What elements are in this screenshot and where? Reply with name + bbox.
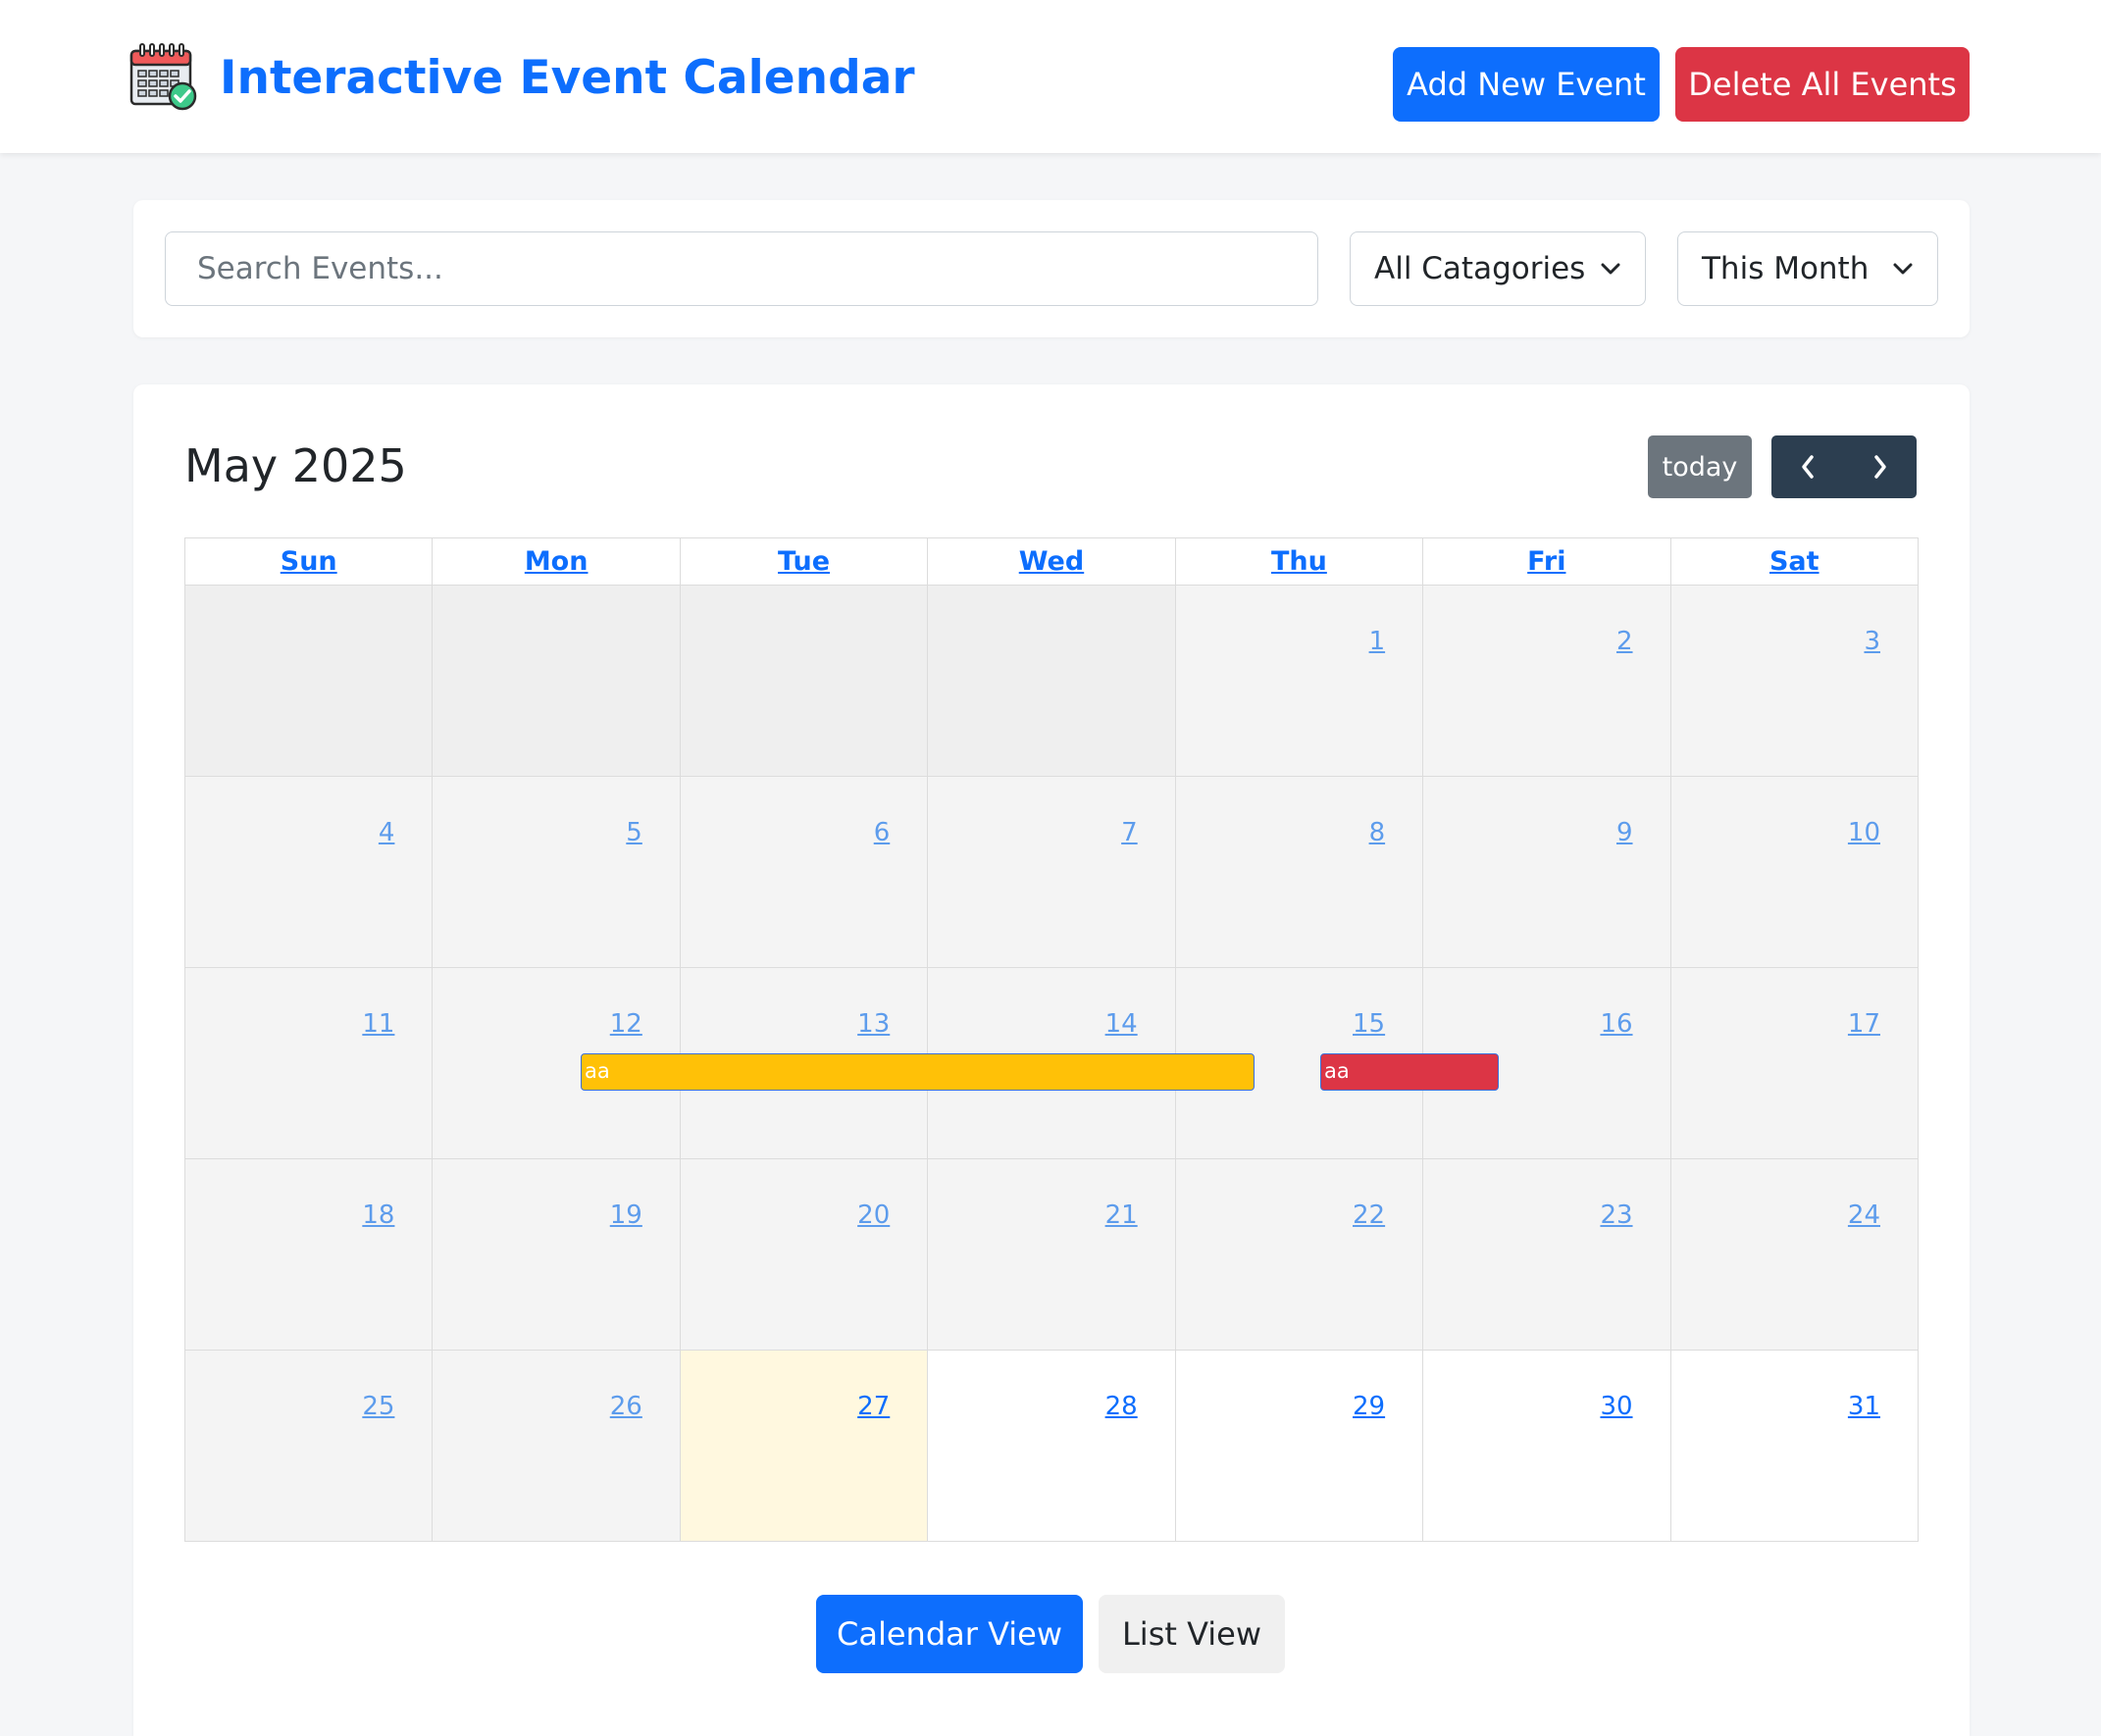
- week-row: 18 19 20 21 22 23 24: [183, 1158, 1920, 1351]
- day-number[interactable]: 22: [1353, 1200, 1385, 1230]
- weekday-header-fri[interactable]: Fri: [1422, 537, 1671, 586]
- day-cell[interactable]: 30: [1422, 1350, 1671, 1542]
- day-cell[interactable]: 6: [679, 776, 929, 968]
- day-number[interactable]: 19: [610, 1200, 642, 1230]
- weekday-header-row: Sun Mon Tue Wed Thu Fri Sat: [183, 537, 1920, 586]
- day-number[interactable]: 12: [610, 1009, 642, 1039]
- day-number[interactable]: 26: [610, 1392, 642, 1421]
- day-cell[interactable]: 26: [432, 1350, 681, 1542]
- day-cell[interactable]: 7: [927, 776, 1176, 968]
- day-cell-empty: [432, 585, 681, 777]
- date-range-select-value: This Month: [1702, 251, 1870, 286]
- weekday-header-wed[interactable]: Wed: [927, 537, 1176, 586]
- top-bar: Interactive Event Calendar Add New Event…: [0, 0, 2101, 153]
- chevron-down-icon: [1601, 263, 1620, 275]
- day-number[interactable]: 6: [874, 818, 891, 847]
- chevron-down-icon: [1893, 263, 1913, 275]
- day-number[interactable]: 31: [1848, 1392, 1880, 1421]
- day-number[interactable]: 8: [1369, 818, 1386, 847]
- category-select[interactable]: All Catagories: [1350, 231, 1646, 306]
- day-number[interactable]: 28: [1105, 1392, 1138, 1421]
- day-cell[interactable]: 9: [1422, 776, 1671, 968]
- day-number[interactable]: 2: [1616, 627, 1633, 656]
- day-number[interactable]: 13: [857, 1009, 890, 1039]
- calendar-check-icon: [129, 43, 197, 111]
- day-number[interactable]: 3: [1864, 627, 1880, 656]
- calendar-view-button[interactable]: Calendar View: [816, 1595, 1083, 1673]
- weekday-header-sun[interactable]: Sun: [183, 537, 434, 586]
- category-select-value: All Catagories: [1374, 251, 1586, 286]
- day-number[interactable]: 15: [1353, 1009, 1385, 1039]
- day-cell[interactable]: 25: [183, 1350, 434, 1542]
- day-cell-empty: [183, 585, 434, 777]
- weekday-header-thu[interactable]: Thu: [1174, 537, 1424, 586]
- day-number[interactable]: 7: [1121, 818, 1138, 847]
- day-cell[interactable]: 23: [1422, 1158, 1671, 1351]
- day-cell-empty: [927, 585, 1176, 777]
- day-cell[interactable]: 3: [1669, 585, 1920, 777]
- filter-card: All Catagories This Month: [133, 200, 1970, 337]
- week-row: 1 2 3: [183, 585, 1920, 777]
- month-grid: Sun Mon Tue Wed Thu Fri Sat 1 2 3 4 5 6 …: [183, 537, 1920, 1542]
- prev-month-button[interactable]: [1771, 435, 1844, 498]
- day-number[interactable]: 18: [362, 1200, 394, 1230]
- day-number[interactable]: 29: [1353, 1392, 1385, 1421]
- day-number[interactable]: 23: [1600, 1200, 1632, 1230]
- day-cell-empty: [679, 585, 929, 777]
- day-number[interactable]: 16: [1600, 1009, 1632, 1039]
- weekday-header-tue[interactable]: Tue: [679, 537, 929, 586]
- search-events-input[interactable]: [165, 231, 1318, 306]
- weekday-header-sat[interactable]: Sat: [1669, 537, 1920, 586]
- day-number[interactable]: 14: [1105, 1009, 1138, 1039]
- day-number[interactable]: 4: [379, 818, 395, 847]
- delete-all-events-button[interactable]: Delete All Events: [1675, 47, 1970, 122]
- month-nav-group: [1771, 435, 1917, 498]
- day-cell[interactable]: 31: [1669, 1350, 1920, 1542]
- date-range-select[interactable]: This Month: [1677, 231, 1938, 306]
- add-new-event-button[interactable]: Add New Event: [1393, 47, 1660, 122]
- day-cell[interactable]: 24: [1669, 1158, 1920, 1351]
- week-row: 25 26 27 28 29 30 31: [183, 1350, 1920, 1542]
- day-cell[interactable]: 5: [432, 776, 681, 968]
- day-cell[interactable]: 1: [1174, 585, 1424, 777]
- day-number[interactable]: 25: [362, 1392, 394, 1421]
- day-number[interactable]: 21: [1105, 1200, 1138, 1230]
- day-cell[interactable]: 20: [679, 1158, 929, 1351]
- day-cell[interactable]: 21: [927, 1158, 1176, 1351]
- weekday-header-mon[interactable]: Mon: [432, 537, 681, 586]
- day-cell[interactable]: 19: [432, 1158, 681, 1351]
- day-number[interactable]: 20: [857, 1200, 890, 1230]
- day-cell[interactable]: 29: [1174, 1350, 1424, 1542]
- week-row: 4 5 6 7 8 9 10: [183, 776, 1920, 968]
- day-cell[interactable]: 18: [183, 1158, 434, 1351]
- list-view-button[interactable]: List View: [1099, 1595, 1285, 1673]
- day-cell[interactable]: 22: [1174, 1158, 1424, 1351]
- today-button[interactable]: today: [1648, 435, 1752, 498]
- next-month-button[interactable]: [1844, 435, 1917, 498]
- chevron-right-icon: [1874, 455, 1886, 479]
- day-number[interactable]: 27: [857, 1392, 890, 1421]
- day-cell[interactable]: 28: [927, 1350, 1176, 1542]
- day-number[interactable]: 1: [1369, 627, 1386, 656]
- month-title: May 2025: [184, 439, 407, 492]
- day-cell[interactable]: 4: [183, 776, 434, 968]
- day-cell[interactable]: 8: [1174, 776, 1424, 968]
- day-number[interactable]: 5: [626, 818, 642, 847]
- calendar-event[interactable]: aa: [1320, 1053, 1499, 1091]
- day-number[interactable]: 9: [1616, 818, 1633, 847]
- brand: Interactive Event Calendar: [128, 41, 915, 114]
- app-title: Interactive Event Calendar: [220, 50, 915, 105]
- day-cell[interactable]: 10: [1669, 776, 1920, 968]
- day-number[interactable]: 24: [1848, 1200, 1880, 1230]
- calendar-event[interactable]: aa: [581, 1053, 1255, 1091]
- day-number[interactable]: 17: [1848, 1009, 1880, 1039]
- day-number[interactable]: 11: [362, 1009, 394, 1039]
- day-cell-today[interactable]: 27: [679, 1350, 929, 1542]
- day-number[interactable]: 30: [1600, 1392, 1632, 1421]
- chevron-left-icon: [1802, 455, 1814, 479]
- day-cell[interactable]: 17: [1669, 967, 1920, 1159]
- day-cell[interactable]: 2: [1422, 585, 1671, 777]
- day-number[interactable]: 10: [1848, 818, 1880, 847]
- day-cell[interactable]: 11: [183, 967, 434, 1159]
